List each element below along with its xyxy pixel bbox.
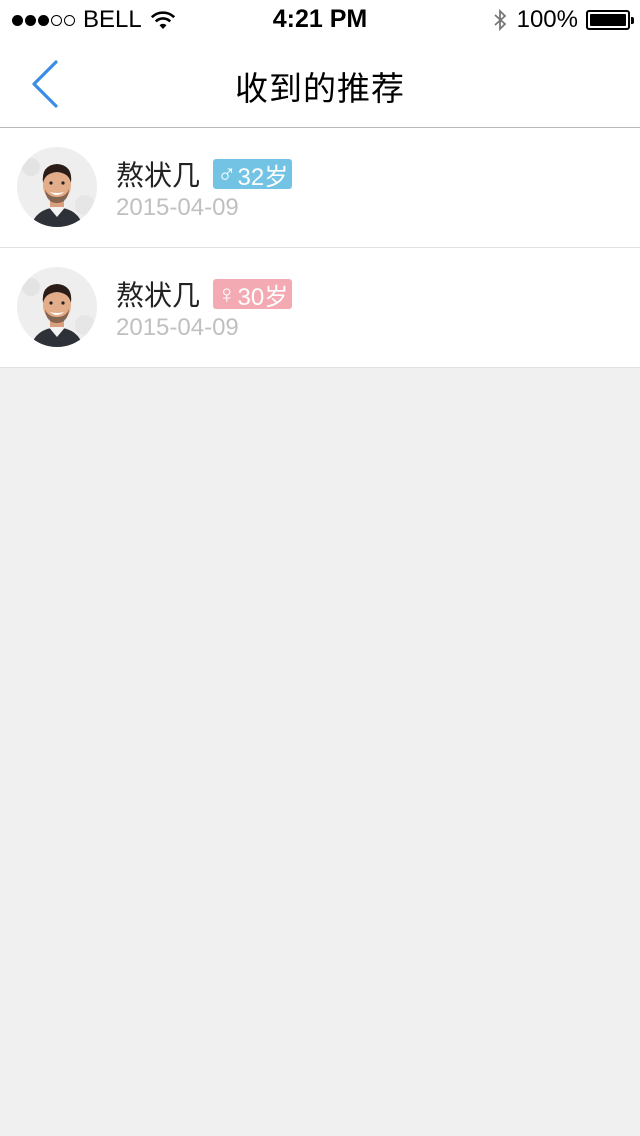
avatar[interactable]: [17, 267, 97, 347]
recommend-date: 2015-04-09: [116, 314, 239, 341]
name-line: 熬状几 ♀ 30岁: [116, 274, 293, 314]
age-label: 32岁: [237, 163, 289, 191]
recommend-date: 2015-04-09: [116, 194, 239, 221]
bluetooth-icon: [494, 8, 506, 32]
user-name: 熬状几: [116, 280, 201, 311]
avatar-photo: [17, 267, 97, 347]
battery-level: [590, 14, 626, 26]
gender-age-badge: ♀ 30岁: [213, 278, 293, 311]
status-bar: BELL 4:21 PM 100%: [0, 0, 640, 40]
male-icon: ♂: [217, 158, 237, 189]
nav-bar: 收到的推荐: [0, 40, 640, 128]
age-label: 30岁: [237, 283, 289, 311]
list-item[interactable]: 熬状几 ♂ 32岁 2015-04-09: [0, 128, 640, 248]
avatar-photo: [17, 147, 97, 227]
status-right: 100%: [493, 6, 634, 33]
page-title: 收到的推荐: [235, 70, 405, 107]
female-icon: ♀: [217, 278, 237, 309]
list-item[interactable]: 熬状几 ♀ 30岁 2015-04-09: [0, 248, 640, 368]
battery-icon: [586, 10, 634, 30]
name-line: 熬状几 ♂ 32岁: [116, 154, 293, 194]
battery-nub: [631, 17, 634, 24]
gender-age-badge: ♂ 32岁: [213, 158, 293, 191]
user-name: 熬状几: [116, 160, 201, 191]
battery-percent: 100%: [516, 6, 578, 33]
recommendation-list: 熬状几 ♂ 32岁 2015-04-09 熬状几 ♀ 30岁 2015-04-0…: [0, 128, 640, 368]
avatar[interactable]: [17, 147, 97, 227]
